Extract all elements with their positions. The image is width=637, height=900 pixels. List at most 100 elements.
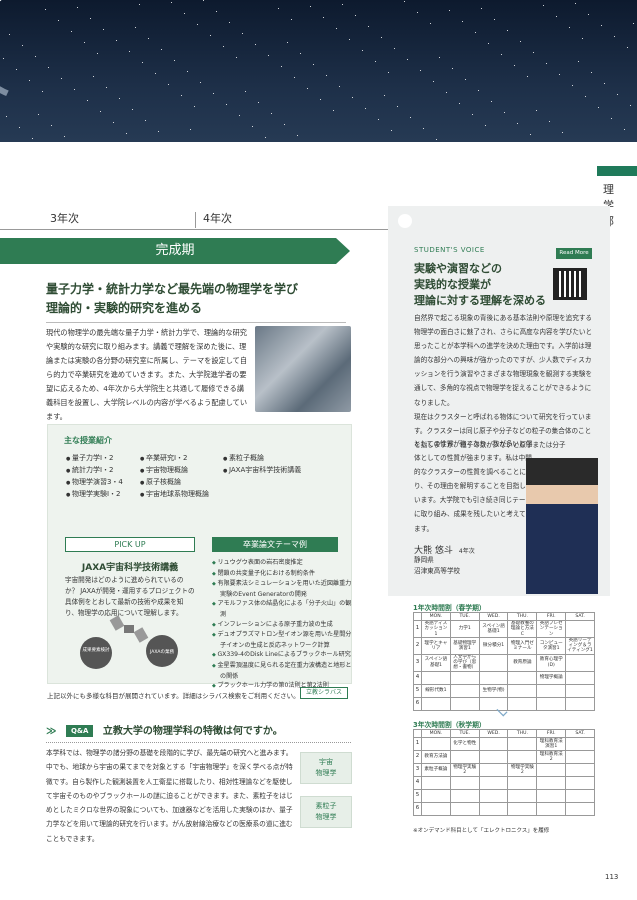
star — [472, 114, 473, 115]
timetable-cell — [507, 670, 538, 685]
timetable-cell — [449, 696, 480, 711]
star — [90, 18, 91, 19]
timetable-period: 2 — [413, 636, 422, 655]
star — [452, 68, 453, 69]
timetable-cell: 基礎物理学演習1 — [449, 636, 480, 655]
star — [527, 76, 528, 77]
star — [562, 132, 563, 133]
star — [333, 110, 334, 111]
star — [533, 52, 534, 53]
star — [410, 117, 411, 118]
timetable-cell — [565, 696, 595, 711]
star — [365, 108, 366, 109]
timetable-cell — [478, 750, 509, 764]
thesis-item: GX339-4のDisk Lineによるブラックホール研究 — [212, 650, 352, 661]
timetable-cell — [507, 696, 538, 711]
star — [624, 129, 625, 130]
panel-circle-decoration — [398, 214, 412, 228]
star — [287, 42, 288, 43]
star — [35, 56, 36, 57]
voice-paragraph-1: 自然界で起こる現象の背後にある基本法則や原理を追究する物理学の面白さに魅了され、… — [414, 314, 593, 407]
timetable-cell — [421, 737, 451, 751]
star — [342, 4, 343, 5]
star — [310, 6, 311, 7]
star — [132, 109, 133, 110]
timetable-cell — [449, 670, 480, 685]
star — [320, 99, 321, 100]
read-more-button[interactable]: Read More — [556, 248, 592, 259]
timetable-cell: 英語ディスカッション1 — [421, 620, 451, 638]
star — [417, 12, 418, 13]
double-chevron-icon: ≫ — [46, 726, 57, 737]
qr-code-icon[interactable] — [553, 268, 587, 300]
timetable-cell: 化学と物性 — [449, 737, 480, 751]
star — [291, 19, 292, 20]
timetable-cell — [536, 789, 567, 803]
star — [384, 95, 385, 96]
star — [32, 138, 33, 139]
fall-timetable-title: 3年次時間割（秋学期） — [413, 721, 486, 729]
star — [77, 7, 78, 8]
lab-photo — [255, 326, 351, 412]
star — [514, 65, 515, 66]
headline-rule — [46, 322, 346, 323]
star — [375, 61, 376, 62]
star — [339, 86, 340, 87]
timetable-cell — [565, 789, 595, 803]
star — [507, 30, 508, 31]
timetable-period: 6 — [413, 696, 422, 711]
timetable-cell: 物理学概論 — [536, 670, 567, 685]
timetable-day-header: TUE. — [449, 729, 480, 738]
thesis-list: リュウグウ表面の岩石密度推定 閉鎖の共変量子化における制約条件 有限要素法シミュ… — [212, 558, 352, 692]
star — [297, 135, 298, 136]
timetable-day-header: MON. — [421, 612, 451, 621]
star — [265, 137, 266, 138]
star — [430, 23, 431, 24]
student-origin: 静岡県 沼津東高等学校 — [414, 555, 460, 577]
timetable-cell: 微分積分1 — [478, 636, 509, 655]
star — [423, 128, 424, 129]
star — [439, 57, 440, 58]
qa-question: 立教大学の物理学科の特徴は何ですか。 — [102, 726, 283, 737]
star — [6, 116, 7, 117]
star — [51, 125, 52, 126]
star — [171, 2, 172, 3]
star — [627, 47, 628, 48]
course-list-3: 素粒子概論 JAXA宇宙科学技術講義 — [223, 453, 301, 477]
illus-label-left: 成果要素検討 — [83, 646, 110, 653]
syllabus-link[interactable]: 立教シラバス — [300, 687, 348, 699]
star — [633, 23, 634, 24]
star — [229, 22, 230, 23]
lead-paragraph: 現代の物理学の最先端な量子力学・統計力学で、理論的な研究や実験的な研究に取り組み… — [46, 328, 248, 421]
student-school: 沼津東高等学校 — [414, 567, 461, 575]
star — [74, 89, 75, 90]
star — [22, 45, 23, 46]
timeline-divider — [195, 212, 196, 228]
star — [0, 0, 1, 1]
star — [281, 66, 282, 67]
course-item: 素粒子概論 — [223, 453, 301, 465]
timetable-cell — [565, 802, 595, 816]
course-item: 統計力学Ⅰ・2 — [66, 465, 123, 477]
thesis-label: 卒業論文テーマ例 — [212, 537, 338, 552]
timetable-cell: 生物学(物) — [478, 683, 509, 698]
star — [84, 42, 85, 43]
star — [362, 50, 363, 51]
course-item: 卒業研究Ⅰ・2 — [140, 453, 209, 465]
star — [578, 61, 579, 62]
timetable-cell — [507, 776, 538, 790]
star — [549, 121, 550, 122]
timetable-day-header: WED. — [478, 612, 509, 621]
star — [491, 101, 492, 102]
timetable-cell — [421, 802, 451, 816]
star — [213, 93, 214, 94]
star — [210, 35, 211, 36]
timetable-cell — [565, 683, 595, 698]
star — [161, 49, 162, 50]
course-item: 宇宙地球系物理概論 — [140, 489, 209, 501]
timetable-period: 3 — [413, 763, 422, 777]
star — [113, 122, 114, 123]
timetable-cell — [421, 776, 451, 790]
star — [190, 129, 191, 130]
voice-title-line: 理論に対する理解を深める — [414, 294, 546, 307]
